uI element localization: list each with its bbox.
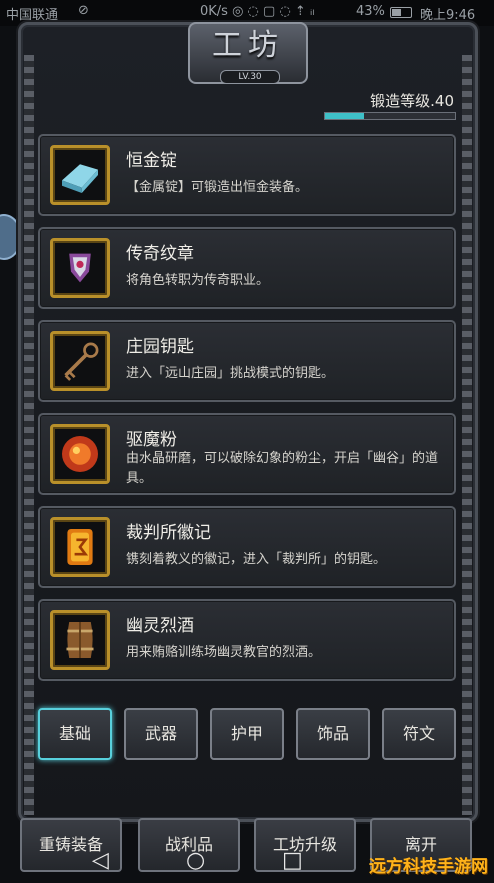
title-plate: 工坊 LV.30 [188,22,308,84]
network-status: 0K/s ◎ ◌ ▢ ◌ ⇡ ᵢₗ [200,4,315,19]
page-title: 工坊 [212,28,284,63]
barrel-icon [50,610,110,670]
insignia-icon [50,517,110,577]
powder-icon [50,424,110,484]
tab-armor[interactable]: 护甲 [210,708,284,760]
chain-decoration-right [462,55,472,815]
item-description: 由水晶研磨，可以破除幻象的粉尘，开启「幽谷」的道具。 [126,451,439,486]
forge-level-label: 锻造等级.40 [370,92,454,110]
craft-item-list: 恒金锭 【金属锭】可锻造出恒金装备。 传奇纹章 将角色转职为传奇职业。 庄园钥匙… [38,134,456,692]
item-name: 传奇纹章 [126,244,194,264]
home-icon[interactable]: ○ [186,848,205,873]
level-badge: LV.30 [220,70,280,84]
item-name: 裁判所徽记 [126,523,211,543]
category-tabs: 基础 武器 护甲 饰品 符文 [38,708,456,760]
item-description: 用来贿赂训练场幽灵教官的烈酒。 [126,645,322,660]
tab-weapons[interactable]: 武器 [124,708,198,760]
carrier-label: 中国联通 [6,8,59,23]
tab-basic[interactable]: 基础 [38,708,112,760]
battery-percent: 43% [356,4,385,19]
list-item[interactable]: 庄园钥匙 进入「远山庄园」挑战模式的钥匙。 [38,320,456,402]
item-description: 镌刻着教义的徽记，进入「裁判所」的钥匙。 [126,552,387,567]
workshop-upgrade-button[interactable]: 工坊升级 [254,818,356,872]
emblem-icon [50,238,110,298]
item-description: 【金属锭】可锻造出恒金装备。 [126,180,309,195]
back-icon[interactable]: ◁ [92,848,109,873]
metal-ingot-icon [50,145,110,205]
tab-accessories[interactable]: 饰品 [296,708,370,760]
key-icon [50,331,110,391]
tab-runes[interactable]: 符文 [382,708,456,760]
item-name: 驱魔粉 [126,430,177,450]
recents-icon[interactable]: □ [282,848,303,873]
item-description: 进入「远山庄园」挑战模式的钥匙。 [126,366,335,381]
forge-progress-fill [325,113,364,119]
battery-icon [390,7,412,18]
list-item[interactable]: 恒金锭 【金属锭】可锻造出恒金装备。 [38,134,456,216]
item-name: 幽灵烈酒 [126,616,194,636]
item-description: 将角色转职为传奇职业。 [126,273,270,288]
clock: 晚上9:46 [420,8,476,23]
watermark: 远方科技手游网 [369,857,488,877]
status-symbol: ⊘ [78,3,89,18]
chain-decoration-left [24,55,34,815]
item-name: 庄园钥匙 [126,337,194,357]
list-item[interactable]: 裁判所徽记 镌刻着教义的徽记，进入「裁判所」的钥匙。 [38,506,456,588]
item-name: 恒金锭 [126,151,177,171]
list-item[interactable]: 幽灵烈酒 用来贿赂训练场幽灵教官的烈酒。 [38,599,456,681]
list-item[interactable]: 驱魔粉 由水晶研磨，可以破除幻象的粉尘，开启「幽谷」的道具。 [38,413,456,495]
forge-progress-bar [324,112,456,120]
list-item[interactable]: 传奇纹章 将角色转职为传奇职业。 [38,227,456,309]
